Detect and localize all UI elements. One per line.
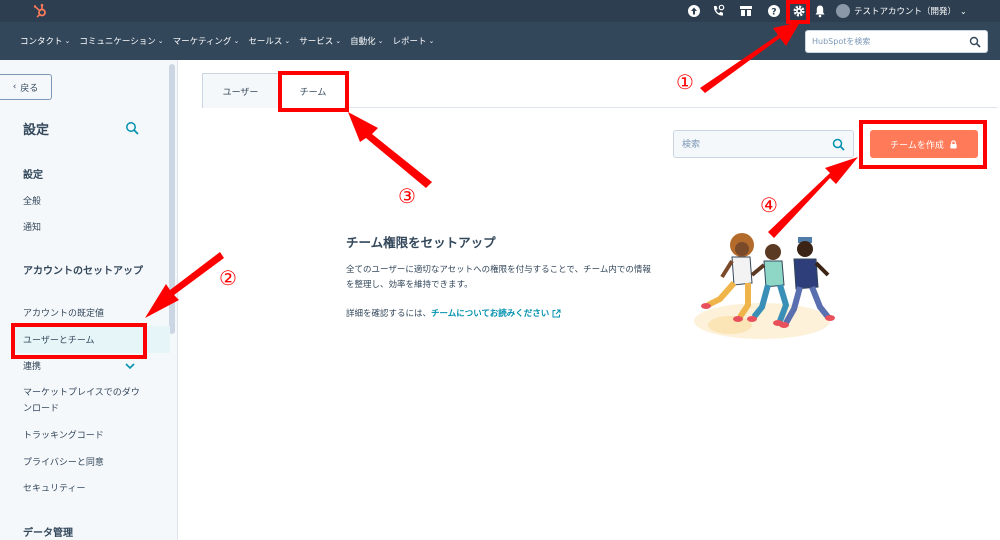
nav-item-label: コンタクト bbox=[20, 37, 63, 47]
nav-item-reports[interactable]: レポート ⌄ bbox=[392, 35, 434, 47]
marketplace-icon[interactable] bbox=[739, 4, 753, 18]
chevron-down-icon: ⌄ bbox=[284, 37, 291, 45]
sidebar-item-marketplace-downloads[interactable]: マーケットプレイスでのダウンロード bbox=[23, 385, 143, 417]
global-search-input[interactable] bbox=[812, 34, 962, 49]
search-icon[interactable] bbox=[969, 36, 981, 48]
account-menu[interactable]: テストアカウント（開発） ⌄ bbox=[836, 3, 967, 19]
global-search bbox=[805, 30, 988, 53]
chevron-down-icon: ⌄ bbox=[335, 37, 342, 45]
nav-item-conversations[interactable]: コミュニケーション ⌄ bbox=[79, 35, 163, 47]
sidebar-item-integrations[interactable]: 連携 bbox=[23, 359, 41, 375]
external-link-icon bbox=[552, 309, 561, 317]
nav-item-label: マーケティング bbox=[172, 37, 232, 47]
hubspot-logo[interactable] bbox=[32, 3, 48, 19]
chevron-down-icon: ⌄ bbox=[428, 37, 435, 45]
sidebar-item-security[interactable]: セキュリティー bbox=[23, 481, 85, 497]
step-number-4: ④ bbox=[760, 193, 778, 217]
sidebar-item-privacy-consent[interactable]: プライバシーと同意 bbox=[23, 455, 104, 471]
nav-item-sales[interactable]: セールス ⌄ bbox=[248, 35, 290, 47]
nav-item-service[interactable]: サービス ⌄ bbox=[299, 35, 341, 47]
empty-state-link-row: 詳細を確認するには、 チームについてお読みください bbox=[346, 307, 561, 319]
sidebar-title: 設定 bbox=[23, 123, 50, 138]
highlight-settings-icon bbox=[786, 0, 810, 24]
highlight-teams-tab bbox=[278, 71, 349, 112]
empty-state-title: チーム権限をセットアップ bbox=[346, 235, 496, 250]
chevron-down-icon: ⌄ bbox=[377, 37, 384, 45]
avatar bbox=[836, 4, 850, 18]
step-number-1: ① bbox=[676, 70, 694, 94]
chevron-down-icon: ⌄ bbox=[960, 6, 967, 16]
main-nav: コンタクト ⌄ コミュニケーション ⌄ マーケティング ⌄ セールス ⌄ サービス ⌄ 自… bbox=[0, 22, 1000, 60]
chevron-down-icon: ⌄ bbox=[233, 37, 240, 45]
notifications-icon[interactable] bbox=[813, 4, 827, 18]
nav-item-label: サービス bbox=[299, 37, 334, 47]
account-name: テストアカウント（開発） bbox=[854, 7, 957, 17]
team-illustration bbox=[694, 233, 835, 339]
highlight-create-team-button bbox=[859, 120, 987, 169]
back-button-label: 戻る bbox=[20, 83, 39, 94]
team-search bbox=[673, 130, 854, 158]
top-bar: ? テストアカウント（開発） ⌄ bbox=[0, 0, 1000, 22]
sidebar-item-account-defaults[interactable]: アカウントの既定値 bbox=[23, 306, 104, 322]
team-search-input[interactable] bbox=[682, 137, 822, 152]
sidebar-item-general[interactable]: 全般 bbox=[23, 194, 41, 210]
upgrade-icon[interactable] bbox=[687, 4, 701, 18]
teams-help-link[interactable]: チームについてお読みください bbox=[431, 307, 549, 319]
search-icon[interactable] bbox=[125, 121, 139, 135]
search-icon[interactable] bbox=[832, 138, 845, 151]
chevron-left-icon: ‹ bbox=[12, 82, 17, 92]
empty-state-description: 全てのユーザーに適切なアセットへの権限を付与することで、チーム内での情報を整理し… bbox=[346, 265, 651, 290]
tab-label: ユーザー bbox=[222, 87, 259, 98]
sidebar-section-account-setup: アカウントのセットアップ bbox=[23, 266, 143, 277]
nav-item-automation[interactable]: 自動化 ⌄ bbox=[350, 35, 383, 47]
nav-item-marketing[interactable]: マーケティング ⌄ bbox=[173, 35, 240, 47]
chevron-down-icon: ⌄ bbox=[157, 37, 164, 45]
help-icon[interactable]: ? bbox=[767, 4, 781, 18]
back-button[interactable]: ‹ 戻る bbox=[0, 74, 52, 100]
sidebar-item-tracking-code[interactable]: トラッキングコード bbox=[23, 428, 104, 444]
nav-item-label: レポート bbox=[392, 37, 427, 47]
empty-state-link-prefix: 詳細を確認するには、 bbox=[346, 309, 432, 319]
nav-item-label: セールス bbox=[248, 37, 283, 47]
calling-icon[interactable] bbox=[711, 4, 725, 18]
highlight-users-teams bbox=[11, 323, 147, 359]
sidebar-section-settings: 設定 bbox=[23, 170, 43, 181]
sidebar-item-notifications[interactable]: 通知 bbox=[23, 220, 41, 236]
nav-item-contacts[interactable]: コンタクト ⌄ bbox=[20, 35, 70, 47]
nav-item-label: コミュニケーション bbox=[79, 37, 156, 47]
nav-item-label: 自動化 bbox=[350, 37, 376, 47]
step-number-3: ③ bbox=[398, 184, 416, 208]
svg-text:?: ? bbox=[771, 8, 776, 18]
chevron-down-icon[interactable] bbox=[124, 361, 136, 371]
sidebar-scrollbar[interactable] bbox=[169, 64, 175, 334]
arrow-3 bbox=[348, 112, 432, 188]
tab-users[interactable]: ユーザー bbox=[202, 73, 279, 108]
sidebar-section-data-management: データ管理 bbox=[23, 528, 73, 539]
step-number-2: ② bbox=[219, 266, 237, 290]
chevron-down-icon: ⌄ bbox=[64, 37, 71, 45]
